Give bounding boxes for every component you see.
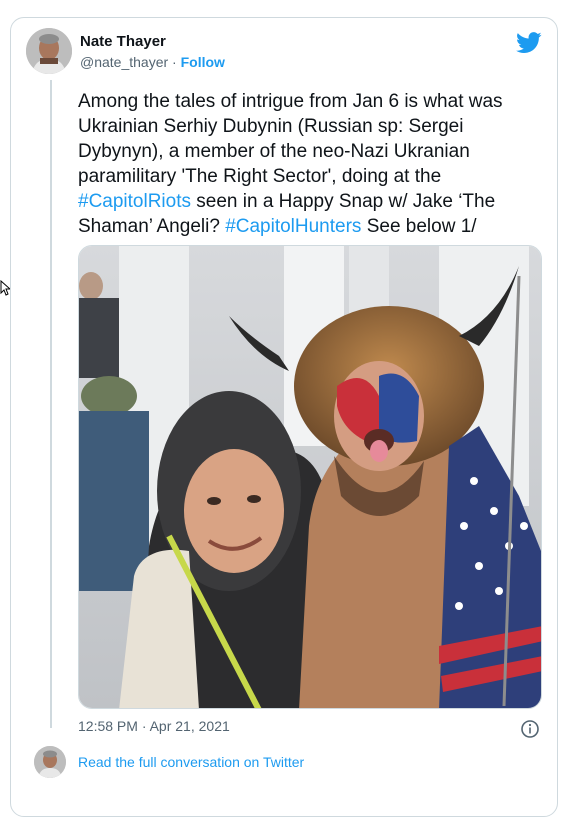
author-handle-row: @nate_thayer · Follow <box>80 54 225 70</box>
twitter-bird-icon[interactable] <box>516 32 542 54</box>
tweet-text-part-3: See below 1/ <box>361 216 477 237</box>
hashtag-capitolriots[interactable]: #CapitolRiots <box>78 191 191 212</box>
tweet-timestamp[interactable]: 12:58 PM · Apr 21, 2021 <box>78 718 230 734</box>
hashtag-capitolhunters[interactable]: #CapitolHunters <box>225 216 361 237</box>
author-avatar[interactable] <box>26 28 72 74</box>
tweet-text-part-1: Among the tales of intrigue from Jan 6 i… <box>78 91 503 187</box>
mouse-cursor-icon <box>0 280 10 296</box>
author-handle[interactable]: @nate_thayer <box>80 54 168 70</box>
tweet-text: Among the tales of intrigue from Jan 6 i… <box>78 89 538 239</box>
handle-separator: · <box>168 54 181 70</box>
read-full-conversation-link[interactable]: Read the full conversation on Twitter <box>78 754 304 770</box>
thread-line <box>50 80 52 728</box>
info-icon[interactable] <box>521 720 539 738</box>
author-name[interactable]: Nate Thayer <box>80 33 166 50</box>
author-avatar-small[interactable] <box>34 746 66 778</box>
follow-link[interactable]: Follow <box>181 54 225 70</box>
tweet-photo[interactable] <box>78 245 542 709</box>
